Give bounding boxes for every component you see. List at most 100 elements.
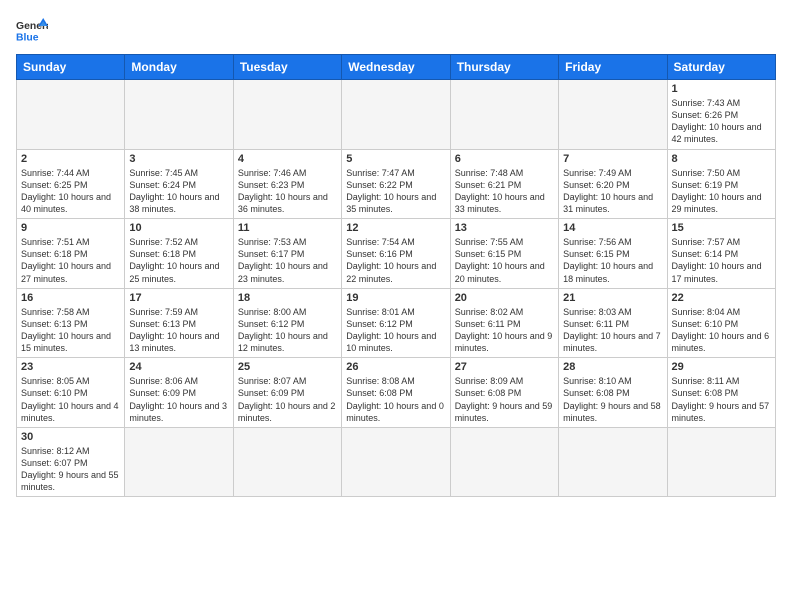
day-info: Sunrise: 7:52 AM Sunset: 6:18 PM Dayligh… [129,236,228,285]
day-info: Sunrise: 8:07 AM Sunset: 6:09 PM Dayligh… [238,375,337,424]
day-number: 25 [238,361,337,373]
day-info: Sunrise: 8:02 AM Sunset: 6:11 PM Dayligh… [455,306,554,355]
calendar-cell: 2 Sunrise: 7:44 AM Sunset: 6:25 PM Daylig… [17,149,125,219]
day-number: 19 [346,292,445,304]
day-number: 22 [672,292,771,304]
calendar-cell: 22 Sunrise: 8:04 AM Sunset: 6:10 PM Dayli… [667,288,775,358]
day-info: Sunrise: 7:59 AM Sunset: 6:13 PM Dayligh… [129,306,228,355]
calendar-cell: 4 Sunrise: 7:46 AM Sunset: 6:23 PM Daylig… [233,149,341,219]
day-number: 7 [563,153,662,165]
calendar-row-2: 9 Sunrise: 7:51 AM Sunset: 6:18 PM Daylig… [17,219,776,289]
day-number: 3 [129,153,228,165]
day-info: Sunrise: 7:51 AM Sunset: 6:18 PM Dayligh… [21,236,120,285]
svg-text:Blue: Blue [16,32,39,43]
day-info: Sunrise: 8:11 AM Sunset: 6:08 PM Dayligh… [672,375,771,424]
header-friday: Friday [559,55,667,80]
header-thursday: Thursday [450,55,558,80]
day-info: Sunrise: 8:12 AM Sunset: 6:07 PM Dayligh… [21,445,120,494]
day-number: 1 [672,83,771,95]
header: General Blue [16,16,776,44]
header-monday: Monday [125,55,233,80]
calendar-cell: 1 Sunrise: 7:43 AM Sunset: 6:26 PM Daylig… [667,80,775,150]
calendar-cell: 6 Sunrise: 7:48 AM Sunset: 6:21 PM Daylig… [450,149,558,219]
day-info: Sunrise: 7:50 AM Sunset: 6:19 PM Dayligh… [672,167,771,216]
logo: General Blue [16,16,48,44]
day-info: Sunrise: 8:03 AM Sunset: 6:11 PM Dayligh… [563,306,662,355]
calendar-cell: 10Sunrise: 7:52 AM Sunset: 6:18 PM Dayli… [125,219,233,289]
calendar-cell: 14 Sunrise: 7:56 AM Sunset: 6:15 PM Dayli… [559,219,667,289]
calendar-cell [667,427,775,497]
calendar-cell: 16Sunrise: 7:58 AM Sunset: 6:13 PM Dayli… [17,288,125,358]
calendar-cell: 19 Sunrise: 8:01 AM Sunset: 6:12 PM Dayli… [342,288,450,358]
day-info: Sunrise: 7:57 AM Sunset: 6:14 PM Dayligh… [672,236,771,285]
calendar-cell [17,80,125,150]
day-number: 6 [455,153,554,165]
calendar-cell [559,80,667,150]
day-info: Sunrise: 7:55 AM Sunset: 6:15 PM Dayligh… [455,236,554,285]
day-number: 4 [238,153,337,165]
calendar-cell [450,427,558,497]
day-info: Sunrise: 8:06 AM Sunset: 6:09 PM Dayligh… [129,375,228,424]
day-number: 23 [21,361,120,373]
calendar-cell: 20 Sunrise: 8:02 AM Sunset: 6:11 PM Dayli… [450,288,558,358]
calendar-cell [559,427,667,497]
day-info: Sunrise: 7:54 AM Sunset: 6:16 PM Dayligh… [346,236,445,285]
day-number: 13 [455,222,554,234]
calendar-cell: 5 Sunrise: 7:47 AM Sunset: 6:22 PM Daylig… [342,149,450,219]
day-number: 20 [455,292,554,304]
calendar-cell [233,80,341,150]
calendar-cell: 21 Sunrise: 8:03 AM Sunset: 6:11 PM Dayli… [559,288,667,358]
day-info: Sunrise: 8:01 AM Sunset: 6:12 PM Dayligh… [346,306,445,355]
day-info: Sunrise: 7:53 AM Sunset: 6:17 PM Dayligh… [238,236,337,285]
calendar-cell [125,80,233,150]
day-info: Sunrise: 7:49 AM Sunset: 6:20 PM Dayligh… [563,167,662,216]
day-number: 15 [672,222,771,234]
calendar-cell [342,427,450,497]
day-info: Sunrise: 7:47 AM Sunset: 6:22 PM Dayligh… [346,167,445,216]
calendar-row-1: 2 Sunrise: 7:44 AM Sunset: 6:25 PM Daylig… [17,149,776,219]
calendar-cell: 7 Sunrise: 7:49 AM Sunset: 6:20 PM Daylig… [559,149,667,219]
header-saturday: Saturday [667,55,775,80]
day-number: 21 [563,292,662,304]
calendar-row-0: 1 Sunrise: 7:43 AM Sunset: 6:26 PM Daylig… [17,80,776,150]
day-number: 30 [21,431,120,443]
calendar-cell: 9 Sunrise: 7:51 AM Sunset: 6:18 PM Daylig… [17,219,125,289]
day-info: Sunrise: 8:08 AM Sunset: 6:08 PM Dayligh… [346,375,445,424]
calendar-cell: 12Sunrise: 7:54 AM Sunset: 6:16 PM Dayli… [342,219,450,289]
day-info: Sunrise: 8:05 AM Sunset: 6:10 PM Dayligh… [21,375,120,424]
day-number: 29 [672,361,771,373]
calendar-cell: 13 Sunrise: 7:55 AM Sunset: 6:15 PM Dayli… [450,219,558,289]
day-info: Sunrise: 7:45 AM Sunset: 6:24 PM Dayligh… [129,167,228,216]
calendar-table: SundayMondayTuesdayWednesdayThursdayFrid… [16,54,776,497]
day-number: 26 [346,361,445,373]
day-info: Sunrise: 8:09 AM Sunset: 6:08 PM Dayligh… [455,375,554,424]
day-info: Sunrise: 7:46 AM Sunset: 6:23 PM Dayligh… [238,167,337,216]
calendar-cell [450,80,558,150]
calendar-row-4: 23 Sunrise: 8:05 AM Sunset: 6:10 PM Dayli… [17,358,776,428]
calendar-cell: 27Sunrise: 8:09 AM Sunset: 6:08 PM Dayli… [450,358,558,428]
calendar-row-5: 30 Sunrise: 8:12 AM Sunset: 6:07 PM Dayli… [17,427,776,497]
calendar-cell: 29 Sunrise: 8:11 AM Sunset: 6:08 PM Dayli… [667,358,775,428]
day-number: 16 [21,292,120,304]
calendar-cell: 26 Sunrise: 8:08 AM Sunset: 6:08 PM Dayli… [342,358,450,428]
day-number: 28 [563,361,662,373]
day-number: 9 [21,222,120,234]
header-wednesday: Wednesday [342,55,450,80]
day-info: Sunrise: 8:04 AM Sunset: 6:10 PM Dayligh… [672,306,771,355]
day-info: Sunrise: 7:48 AM Sunset: 6:21 PM Dayligh… [455,167,554,216]
day-number: 5 [346,153,445,165]
calendar-cell: 17Sunrise: 7:59 AM Sunset: 6:13 PM Dayli… [125,288,233,358]
day-info: Sunrise: 7:56 AM Sunset: 6:15 PM Dayligh… [563,236,662,285]
calendar-cell: 23 Sunrise: 8:05 AM Sunset: 6:10 PM Dayli… [17,358,125,428]
day-number: 2 [21,153,120,165]
calendar-cell: 18Sunrise: 8:00 AM Sunset: 6:12 PM Dayli… [233,288,341,358]
header-sunday: Sunday [17,55,125,80]
calendar-cell: 28Sunrise: 8:10 AM Sunset: 6:08 PM Dayli… [559,358,667,428]
calendar-cell: 25 Sunrise: 8:07 AM Sunset: 6:09 PM Dayli… [233,358,341,428]
day-number: 14 [563,222,662,234]
day-info: Sunrise: 7:43 AM Sunset: 6:26 PM Dayligh… [672,97,771,146]
calendar-cell [233,427,341,497]
header-tuesday: Tuesday [233,55,341,80]
calendar-cell: 24Sunrise: 8:06 AM Sunset: 6:09 PM Dayli… [125,358,233,428]
day-info: Sunrise: 7:44 AM Sunset: 6:25 PM Dayligh… [21,167,120,216]
